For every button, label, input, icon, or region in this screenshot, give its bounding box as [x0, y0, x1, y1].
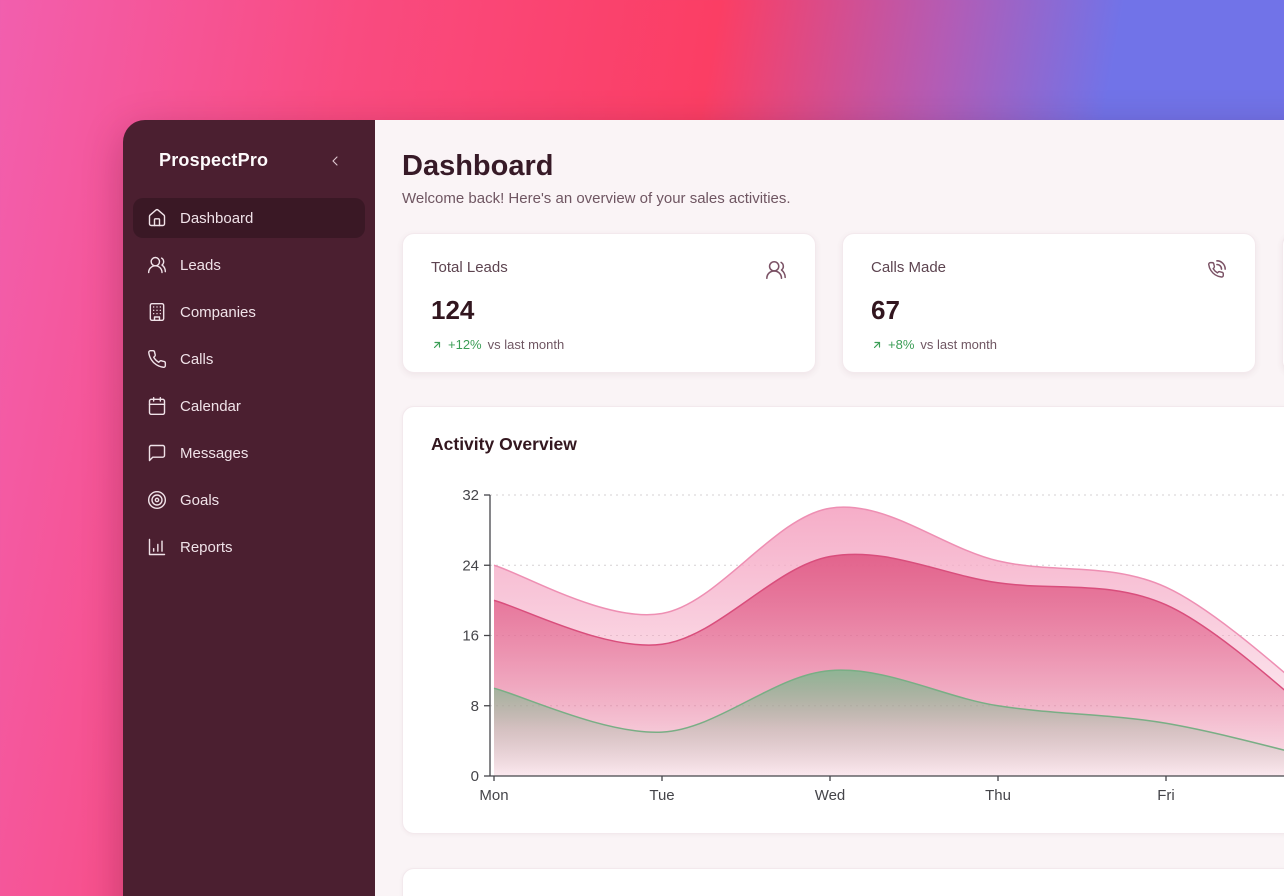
- arrow-up-right-icon: [431, 339, 443, 351]
- calendar-icon: [147, 396, 167, 416]
- sidebar-item-calendar[interactable]: Calendar: [133, 386, 365, 426]
- stat-label: Total Leads: [431, 259, 508, 276]
- sidebar-item-companies[interactable]: Companies: [133, 292, 365, 332]
- app-logo: ProspectPro: [159, 150, 268, 171]
- desktop-background: { "app": { "name": "ProspectPro" }, "sid…: [0, 0, 1284, 896]
- stat-trend: +12% vs last month: [431, 337, 787, 352]
- svg-text:24: 24: [462, 557, 479, 574]
- message-square-icon: [147, 443, 167, 463]
- svg-text:Wed: Wed: [815, 787, 846, 804]
- trend-value: +12%: [448, 337, 482, 352]
- svg-text:16: 16: [462, 628, 479, 645]
- stat-value: 124: [431, 295, 787, 326]
- activity-overview-card: Activity Overview 0 8 16 24 32 Mon Tue Wed Thu Fr…: [402, 406, 1284, 834]
- activity-area-chart: 08162432MonTueWedThuFriSat: [431, 469, 1284, 809]
- sidebar-item-label: Dashboard: [180, 210, 253, 227]
- trend-value: +8%: [888, 337, 914, 352]
- sidebar-item-calls[interactable]: Calls: [133, 339, 365, 379]
- bottom-card-partial: [402, 868, 1284, 896]
- svg-text:32: 32: [462, 487, 479, 504]
- sidebar-header: ProspectPro: [123, 120, 375, 171]
- sidebar-item-label: Calls: [180, 351, 213, 368]
- sidebar: ProspectPro Dashboard Leads Companies Ca…: [123, 120, 375, 896]
- sidebar-item-label: Reports: [180, 539, 233, 556]
- users-round-icon: [147, 255, 167, 275]
- main-content: Dashboard Welcome back! Here's an overvi…: [375, 120, 1284, 896]
- chevron-left-icon: [327, 153, 343, 169]
- sidebar-item-dashboard[interactable]: Dashboard: [133, 198, 365, 238]
- svg-text:Fri: Fri: [1157, 787, 1175, 804]
- svg-text:Mon: Mon: [479, 787, 508, 804]
- building-icon: [147, 302, 167, 322]
- target-icon: [147, 490, 167, 510]
- stat-trend: +8% vs last month: [871, 337, 1227, 352]
- phone-call-icon: [1205, 259, 1227, 286]
- stat-value: 67: [871, 295, 1227, 326]
- stats-row: Total Leads 124 +12% vs last month Call: [402, 233, 1284, 373]
- trend-label: vs last month: [488, 337, 565, 352]
- sidebar-item-messages[interactable]: Messages: [133, 433, 365, 473]
- svg-text:Tue: Tue: [649, 787, 674, 804]
- stat-card-total-leads: Total Leads 124 +12% vs last month: [402, 233, 816, 373]
- svg-text:0: 0: [471, 768, 479, 785]
- sidebar-item-label: Companies: [180, 304, 256, 321]
- page-title: Dashboard: [402, 150, 1284, 183]
- collapse-sidebar-button[interactable]: [325, 151, 345, 171]
- sidebar-item-reports[interactable]: Reports: [133, 527, 365, 567]
- sidebar-item-label: Messages: [180, 445, 248, 462]
- sidebar-item-leads[interactable]: Leads: [133, 245, 365, 285]
- users-round-icon: [765, 259, 787, 286]
- trend-label: vs last month: [920, 337, 997, 352]
- sidebar-item-label: Leads: [180, 257, 221, 274]
- sidebar-item-goals[interactable]: Goals: [133, 480, 365, 520]
- page-subtitle: Welcome back! Here's an overview of your…: [402, 190, 1284, 207]
- sidebar-item-label: Goals: [180, 492, 219, 509]
- sidebar-item-label: Calendar: [180, 398, 241, 415]
- svg-text:8: 8: [471, 698, 479, 715]
- house-icon: [147, 208, 167, 228]
- stat-card-calls-made: Calls Made 67 +8% vs last month: [842, 233, 1256, 373]
- chart-title: Activity Overview: [431, 434, 1284, 455]
- phone-icon: [147, 349, 167, 369]
- arrow-up-right-icon: [871, 339, 883, 351]
- sidebar-nav: Dashboard Leads Companies Calls Calendar…: [123, 198, 375, 567]
- stat-label: Calls Made: [871, 259, 946, 276]
- svg-text:Thu: Thu: [985, 787, 1011, 804]
- app-window: ProspectPro Dashboard Leads Companies Ca…: [123, 120, 1284, 896]
- bar-chart-icon: [147, 537, 167, 557]
